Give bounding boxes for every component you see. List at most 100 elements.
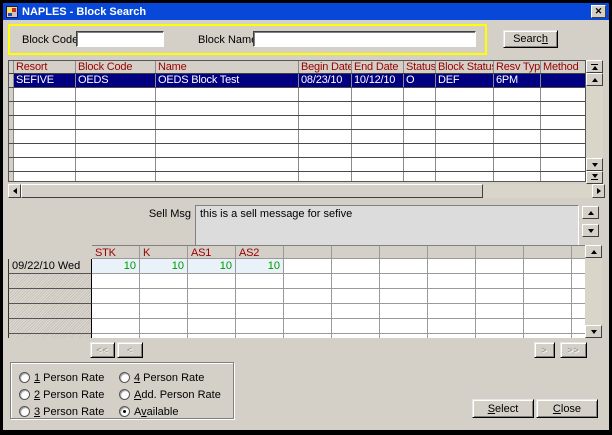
block-search-window: NAPLES - Block Search ✕ Block Code Block… (0, 0, 612, 435)
rate-empty-cell (572, 334, 586, 338)
scroll-right-icon[interactable] (592, 184, 605, 198)
rate-empty-cell (428, 319, 476, 334)
pager-first-button[interactable]: << (90, 342, 115, 358)
pager-last-button[interactable]: >> (560, 342, 587, 358)
rate-empty-cell (428, 289, 476, 304)
empty-cell (436, 130, 494, 143)
empty-cell (76, 116, 156, 129)
rate-grid-scroll-down-icon[interactable] (585, 325, 602, 338)
radio-label: 2 Person Rate (34, 389, 104, 401)
rate-grid-scroll-up-icon[interactable] (585, 245, 602, 258)
rate-empty-cell (332, 304, 380, 319)
rate-grid-corner (8, 245, 92, 259)
radio-4-person-rate[interactable]: 4 Person Rate (119, 370, 233, 385)
rate-empty-cell (236, 289, 284, 304)
column-header-begin-date[interactable]: Begin Date (299, 61, 352, 73)
select-button[interactable]: Select (472, 399, 534, 418)
radio-label: 3 Person Rate (34, 406, 104, 418)
rate-value-cell[interactable]: 10 (236, 259, 284, 274)
rate-grid-data-row[interactable]: 09/22/10 Wed10101010 (8, 259, 585, 274)
rate-empty-cell (332, 334, 380, 338)
results-hscroll-track[interactable] (21, 184, 592, 198)
scroll-to-bottom-icon[interactable] (586, 171, 603, 184)
radio-3-person-rate[interactable]: 3 Person Rate (19, 404, 119, 419)
scroll-down-icon[interactable] (586, 158, 603, 171)
cell-resv-type: 6PM (494, 74, 541, 87)
rate-value-cell[interactable]: 10 (188, 259, 236, 274)
empty-cell (352, 116, 404, 129)
rate-empty-cell (140, 319, 188, 334)
rate-empty-cell (572, 319, 586, 334)
search-button[interactable]: Search (503, 30, 558, 48)
sell-msg-textarea[interactable]: this is a sell message for sefive (195, 205, 579, 246)
empty-cell (404, 158, 436, 171)
rate-column-header-as1[interactable]: AS1 (188, 245, 236, 259)
rate-empty-cell (140, 304, 188, 319)
column-header-block-status[interactable]: Block Status (436, 61, 494, 73)
empty-cell (76, 130, 156, 143)
empty-cell (436, 158, 494, 171)
scroll-up-icon[interactable] (586, 73, 603, 86)
column-header-status[interactable]: Status (404, 61, 436, 73)
rate-empty-cell (524, 289, 572, 304)
empty-cell (14, 144, 76, 157)
rate-empty-cell (92, 304, 140, 319)
titlebar[interactable]: NAPLES - Block Search ✕ (3, 3, 609, 20)
rate-empty-cell (236, 319, 284, 334)
radio-button-icon[interactable] (119, 406, 130, 417)
radio-label: 4 Person Rate (134, 372, 204, 384)
radio-button-icon[interactable] (19, 389, 30, 400)
block-name-input[interactable] (253, 31, 476, 47)
empty-cell (14, 102, 76, 115)
table-row-selected[interactable]: SEFIVEOEDSOEDS Block Test08/23/1010/12/1… (9, 74, 585, 88)
radio-add-person-rate[interactable]: Add. Person Rate (119, 387, 233, 402)
scroll-left-icon[interactable] (8, 184, 21, 198)
rate-column-header-stk[interactable]: STK (92, 245, 140, 259)
column-header-resort[interactable]: Resort (14, 61, 76, 73)
rate-empty-cell (284, 334, 332, 338)
rate-grid-vscrollbar (585, 245, 602, 338)
rate-empty-cell (284, 289, 332, 304)
column-header-method[interactable]: Method (541, 61, 586, 73)
rate-grid-vscroll-track[interactable] (585, 258, 602, 325)
rate-row-label-empty (8, 304, 92, 319)
rate-option-list: 1 Person Rate 2 Person Rate 3 Person Rate 4… (11, 363, 233, 419)
hscroll-thumb[interactable] (21, 184, 483, 198)
empty-cell (352, 130, 404, 143)
rate-column-header-empty (524, 245, 572, 259)
radio-button-icon[interactable] (19, 406, 30, 417)
radio-2-person-rate[interactable]: 2 Person Rate (19, 387, 119, 402)
sellmsg-scroll-up-icon[interactable] (582, 206, 599, 219)
rate-grid-empty-row (8, 274, 585, 289)
rate-empty-cell (332, 274, 380, 289)
radio-button-icon[interactable] (119, 389, 130, 400)
radio-button-icon[interactable] (19, 372, 30, 383)
block-code-input[interactable] (76, 31, 164, 47)
column-header-resv-type[interactable]: Resv Type (494, 61, 541, 73)
column-header-block-code[interactable]: Block Code (76, 61, 156, 73)
radio-available[interactable]: Available (119, 404, 233, 419)
pager-prev-button[interactable]: < (117, 342, 143, 358)
close-button[interactable]: Close (536, 399, 598, 418)
rate-value-cell[interactable]: 10 (140, 259, 188, 274)
empty-cell (299, 102, 352, 115)
radio-label: 1 Person Rate (34, 372, 104, 384)
scroll-to-top-icon[interactable] (586, 60, 603, 73)
empty-cell (352, 88, 404, 101)
table-row-empty (9, 88, 585, 102)
column-header-name[interactable]: Name (156, 61, 299, 73)
results-vscroll-track[interactable] (586, 86, 603, 158)
table-row-empty (9, 130, 585, 144)
rate-empty-cell (140, 289, 188, 304)
radio-button-icon[interactable] (119, 372, 130, 383)
radio-1-person-rate[interactable]: 1 Person Rate (19, 370, 119, 385)
rate-empty-cell (476, 289, 524, 304)
close-window-icon[interactable]: ✕ (591, 5, 606, 18)
column-header-end-date[interactable]: End Date (352, 61, 404, 73)
pager-next-button[interactable]: > (534, 342, 555, 358)
sellmsg-scroll-down-icon[interactable] (582, 224, 599, 237)
rate-empty-cell (428, 274, 476, 289)
rate-value-cell[interactable]: 10 (92, 259, 140, 274)
rate-column-header-k[interactable]: K (140, 245, 188, 259)
rate-column-header-as2[interactable]: AS2 (236, 245, 284, 259)
